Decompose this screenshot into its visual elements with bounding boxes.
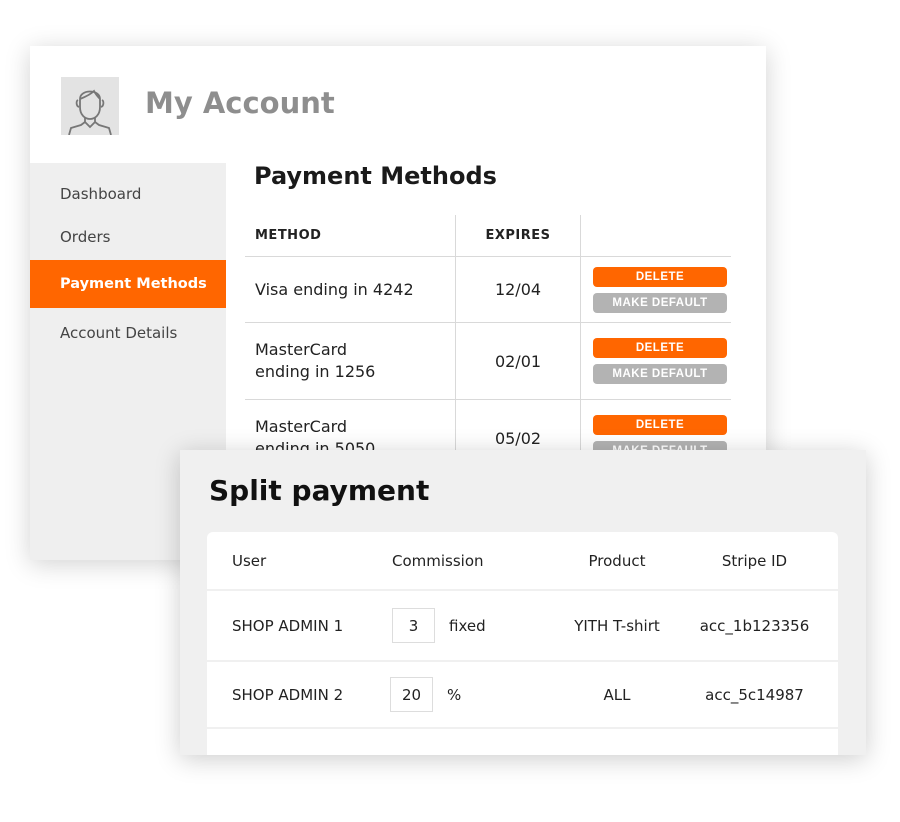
sidebar-item-orders[interactable]: Orders [30,213,226,261]
expires-cell: 12/04 [455,257,581,322]
sidebar-item-account-details[interactable]: Account Details [30,309,226,357]
delete-button[interactable]: DELETE [593,338,727,358]
user-cell: SHOP ADMIN 1 [232,616,344,635]
commission-type: % [447,685,462,704]
product-cell: ALL [603,685,631,704]
make-default-button[interactable]: MAKE DEFAULT [593,364,727,384]
commission-type: fixed [449,616,486,635]
user-avatar-icon [61,77,119,136]
column-header: Product [588,551,646,570]
column-header: User [232,551,267,570]
product-cell: YITH T-shirt [574,616,660,635]
table-row: MasterCard ending in 1256 02/01 DELETE M… [245,323,731,400]
make-default-button[interactable]: MAKE DEFAULT [593,292,727,313]
expires-cell: 02/01 [455,323,581,399]
sidebar-item-payment-methods[interactable]: Payment Methods [30,260,226,308]
table-header: User Commission Product Stripe ID [207,532,838,589]
commission-input[interactable] [390,677,433,712]
stripe-id-cell: acc_5c14987 [705,685,804,704]
table-header: METHOD EXPIRES [245,215,731,257]
page-title: My Account [145,86,335,120]
table-row: SHOP ADMIN 1 fixed YITH T-shirt acc_1b12… [207,591,838,660]
column-header: Stripe ID [721,551,788,570]
commission-input[interactable] [392,608,435,643]
method-cell: Visa ending in 4242 [255,280,414,299]
table-row: Visa ending in 4242 12/04 DELETE MAKE DE… [245,257,731,323]
split-payment-panel: Split payment User Commission Product St… [180,450,866,755]
method-cell: MasterCard ending in 1256 [255,340,376,381]
column-header: METHOD [255,228,322,243]
stripe-id-cell: acc_1b123356 [699,616,810,635]
table-row: SHOP ADMIN 2 % ALL acc_5c14987 [207,662,838,727]
column-header: EXPIRES [455,215,581,256]
table-row [207,729,838,755]
column-header: Commission [392,551,484,570]
user-cell: SHOP ADMIN 2 [232,685,344,704]
section-title: Payment Methods [254,162,497,190]
column-header [593,215,727,256]
split-payment-table: User Commission Product Stripe ID SHOP A… [207,532,838,755]
section-title: Split payment [209,474,430,507]
delete-button[interactable]: DELETE [593,415,727,435]
sidebar-item-dashboard[interactable]: Dashboard [30,170,226,218]
delete-button[interactable]: DELETE [593,266,727,287]
